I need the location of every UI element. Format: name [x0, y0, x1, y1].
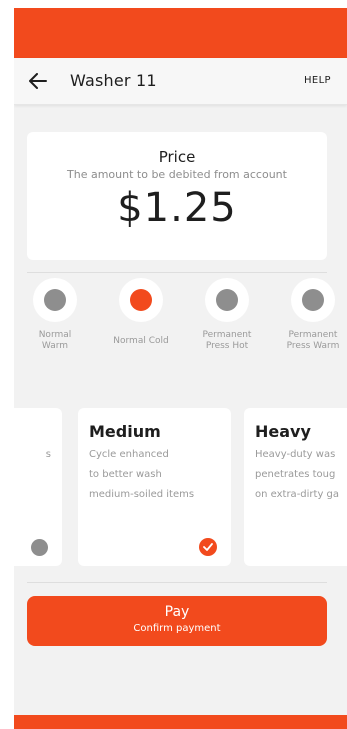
- cycle-selector: s Medium Cycle enhanced to better wash m…: [14, 408, 347, 568]
- page-title: Washer 11: [70, 71, 157, 90]
- cycle-name: Medium: [89, 422, 161, 441]
- bottom-bar: [14, 715, 347, 729]
- status-bar: [14, 8, 347, 58]
- temp-option-permanent-press-warm[interactable]: Permanent Press Warm: [268, 278, 347, 352]
- check-icon[interactable]: [199, 538, 217, 556]
- temp-label: Permanent Press Hot: [202, 330, 252, 351]
- radio-dot: [302, 289, 324, 311]
- cycle-description: s: [45, 449, 51, 460]
- temp-option-normal-warm[interactable]: Normal Warm: [14, 278, 100, 352]
- pay-button[interactable]: Pay Confirm payment: [27, 596, 327, 646]
- cycle-card-medium[interactable]: Medium Cycle enhanced to better wash med…: [78, 408, 231, 566]
- radio-dot: [216, 289, 238, 311]
- temperature-selector: Normal Warm Normal Cold Permanent Press …: [14, 278, 347, 378]
- pay-label: Pay: [164, 604, 190, 620]
- temp-radio[interactable]: [291, 278, 335, 322]
- pay-sublabel: Confirm payment: [133, 623, 221, 634]
- temp-label: Normal Warm: [38, 330, 72, 351]
- price-subtitle: The amount to be debited from account: [67, 168, 287, 181]
- help-button[interactable]: HELP: [304, 75, 331, 86]
- cycle-radio[interactable]: [31, 539, 48, 556]
- app-frame: Washer 11 HELP Price The amount to be de…: [14, 8, 347, 729]
- cycle-name: Heavy: [255, 422, 311, 441]
- cycle-description: Heavy-duty was penetrates toug on extra-…: [255, 449, 340, 500]
- divider: [27, 582, 327, 583]
- cycle-card-heavy[interactable]: Heavy Heavy-duty was penetrates toug on …: [244, 408, 347, 566]
- price-amount: $1.25: [117, 185, 237, 231]
- radio-dot-selected: [130, 289, 152, 311]
- app-bar: Washer 11 HELP: [14, 58, 347, 105]
- temp-radio[interactable]: [33, 278, 77, 322]
- temp-label: Normal Cold: [113, 335, 169, 346]
- temp-label: Permanent Press Warm: [286, 330, 340, 351]
- radio-dot: [44, 289, 66, 311]
- divider: [27, 272, 327, 273]
- temp-radio[interactable]: [119, 278, 163, 322]
- temp-option-permanent-press-hot[interactable]: Permanent Press Hot: [182, 278, 272, 352]
- temp-option-normal-cold[interactable]: Normal Cold: [96, 278, 186, 352]
- arrow-left-icon[interactable]: [27, 70, 49, 92]
- price-card: Price The amount to be debited from acco…: [27, 132, 327, 260]
- price-title: Price: [158, 148, 196, 166]
- cycle-description: Cycle enhanced to better wash medium-soi…: [89, 449, 195, 500]
- temp-radio[interactable]: [205, 278, 249, 322]
- cycle-card-light[interactable]: s: [14, 408, 62, 566]
